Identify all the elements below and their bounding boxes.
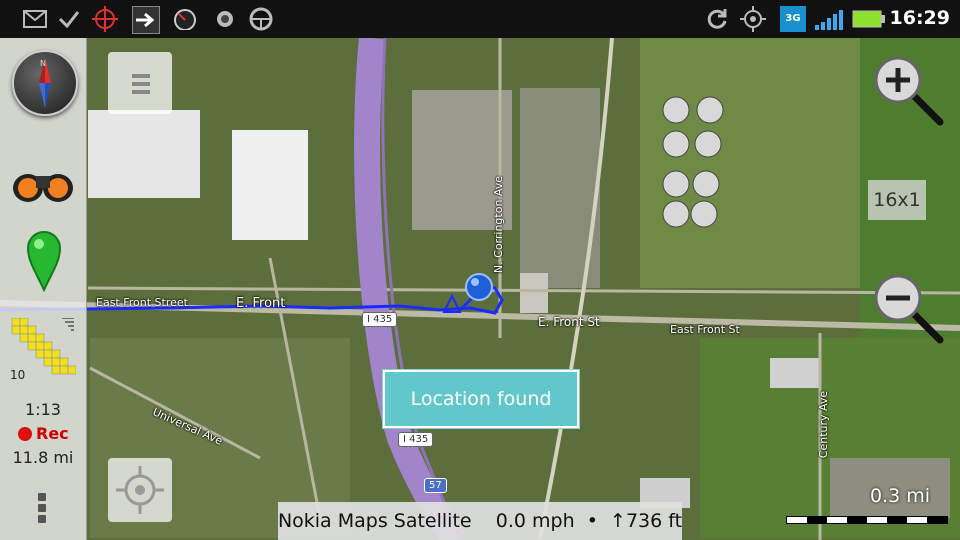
map-scale: 0.3 mi <box>786 485 948 525</box>
network-3g-icon: 3G <box>780 6 806 32</box>
highway-shield-57: 57 <box>424 478 447 493</box>
info-bar: Nokia Maps Satellite 0.0 mph • ↑736 ft <box>278 502 682 540</box>
trip-time: 1:13 <box>25 400 61 419</box>
steering-wheel-icon <box>248 6 274 32</box>
speed-label: 0.0 mph <box>495 510 575 532</box>
binoculars-icon[interactable] <box>10 158 76 208</box>
road-label-east-front-st: East Front St <box>670 323 740 336</box>
road-label-e-front: E. Front <box>236 296 286 311</box>
waypoint-pin-icon[interactable] <box>26 228 62 293</box>
record-status[interactable]: Rec <box>18 424 69 443</box>
svg-text:N: N <box>40 59 46 68</box>
gmail-icon <box>22 6 48 32</box>
road-label-century-ave: Century Ave <box>817 390 831 459</box>
signal-icon <box>814 6 848 32</box>
trip-distance: 11.8 mi <box>12 448 74 467</box>
drag-handle-icon[interactable] <box>36 490 48 530</box>
altitude-label: ↑736 ft <box>610 510 683 532</box>
zoom-in-button[interactable] <box>870 52 944 126</box>
status-time: 16:29 <box>889 7 950 29</box>
arrow-right-icon <box>132 6 160 34</box>
gps-icon <box>740 6 766 32</box>
zoom-level-label: 16x1 <box>868 180 926 220</box>
network-type-label: 3G <box>785 13 801 24</box>
speedometer-icon <box>170 6 200 32</box>
sync-icon <box>704 6 730 32</box>
record-dot-icon <box>18 426 32 441</box>
locate-me-button[interactable] <box>108 458 172 522</box>
level-number: 10 <box>10 368 26 382</box>
toast-message: Location found <box>383 370 579 428</box>
scale-bar <box>786 516 948 524</box>
road-label-e-front-st: E. Front St <box>538 315 600 329</box>
separator-dot: • <box>586 510 598 532</box>
road-label-east-front-street: East Front Street <box>96 296 188 309</box>
highway-shield-i435: I 435 <box>362 312 398 327</box>
scale-label: 0.3 mi <box>869 485 930 507</box>
zoom-out-button[interactable] <box>870 270 944 344</box>
map-source-label: Nokia Maps Satellite <box>277 510 472 532</box>
crosshair-icon <box>116 466 164 514</box>
highway-shield-i435-south: I 435 <box>398 432 434 447</box>
road-label-n-corrington: N. Corrington Ave <box>492 175 506 274</box>
status-bar: 3G 16:29 <box>0 0 960 38</box>
rec-label: Rec <box>36 424 69 443</box>
compass-icon[interactable]: N <box>12 50 78 116</box>
crosshair-icon <box>92 6 118 32</box>
menu-button[interactable] <box>108 52 172 114</box>
record-icon <box>212 6 238 32</box>
battery-icon <box>852 6 886 32</box>
check-icon <box>56 6 82 32</box>
left-panel: N 10 1:13 Rec 11.8 mi <box>0 38 87 540</box>
